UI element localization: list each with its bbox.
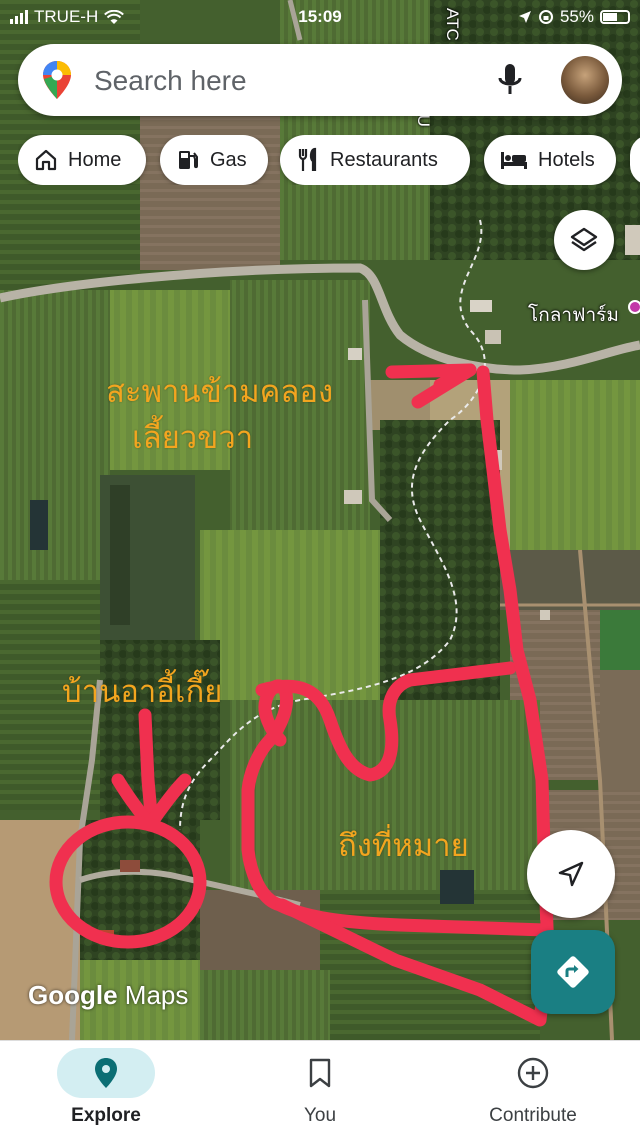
search-input[interactable]: Search here: [94, 65, 247, 97]
chip-home[interactable]: Home: [18, 135, 146, 185]
fork-knife-icon: [298, 147, 317, 171]
place-marker-icon[interactable]: [628, 300, 640, 314]
nav-label: Explore: [71, 1105, 141, 1126]
layers-button[interactable]: [554, 210, 614, 270]
battery-icon: [600, 10, 630, 24]
chip-label: Gas: [210, 148, 247, 171]
chip-label: Restaurants: [330, 148, 438, 171]
chip-restaurants[interactable]: Restaurants: [280, 135, 470, 185]
directions-icon: [557, 956, 589, 988]
battery-percent: 55%: [559, 7, 594, 26]
maps-pin-logo-icon: [43, 61, 71, 99]
rotation-lock-icon: [538, 10, 553, 24]
plus-circle-icon: [517, 1057, 549, 1089]
chip-hotels[interactable]: Hotels: [484, 135, 616, 185]
nav-contribute[interactable]: Contribute: [433, 1041, 633, 1136]
location-arrow-icon: [518, 11, 531, 23]
bookmark-icon: [309, 1058, 331, 1088]
chip-gas[interactable]: Gas: [160, 135, 268, 185]
avatar[interactable]: [561, 56, 609, 104]
status-bar: TRUE-H 15:09 55%: [0, 0, 640, 34]
my-location-icon: [558, 861, 584, 887]
chip-more[interactable]: [630, 135, 640, 185]
place-label-farm[interactable]: โกลาฟาร์ม: [528, 300, 619, 330]
google-maps-watermark: Google Maps: [28, 980, 188, 1011]
nav-label: Contribute: [489, 1105, 577, 1126]
layers-icon: [570, 227, 598, 252]
my-location-button[interactable]: [527, 830, 615, 918]
nav-explore[interactable]: Explore: [6, 1041, 206, 1136]
location-pin-icon: [95, 1058, 117, 1088]
annotation-home: บ้านอาอี้เกี๊ย: [62, 674, 223, 709]
annotation-destination: ถึงที่หมาย: [338, 828, 469, 863]
chip-label: Hotels: [538, 148, 595, 171]
nav-you[interactable]: You: [220, 1041, 420, 1136]
bottom-navigation: Explore You Contribute: [0, 1040, 640, 1136]
directions-button[interactable]: [531, 930, 615, 1014]
annotation-bridge-line1: สะพานข้ามคลอง: [106, 374, 334, 409]
gas-pump-icon: [179, 151, 198, 169]
category-chips: Home Gas Restaurants Hotels: [18, 135, 640, 185]
bed-icon: [501, 152, 527, 169]
home-icon: [35, 149, 57, 171]
nav-label: You: [303, 1105, 337, 1126]
watermark-maps: Maps: [124, 980, 189, 1010]
chip-label: Home: [68, 148, 122, 171]
annotation-bridge-line2: เลี้ยวขวา: [132, 420, 254, 455]
microphone-icon[interactable]: [496, 62, 524, 98]
search-bar[interactable]: Search here: [18, 44, 622, 116]
watermark-google: Google: [28, 980, 118, 1010]
